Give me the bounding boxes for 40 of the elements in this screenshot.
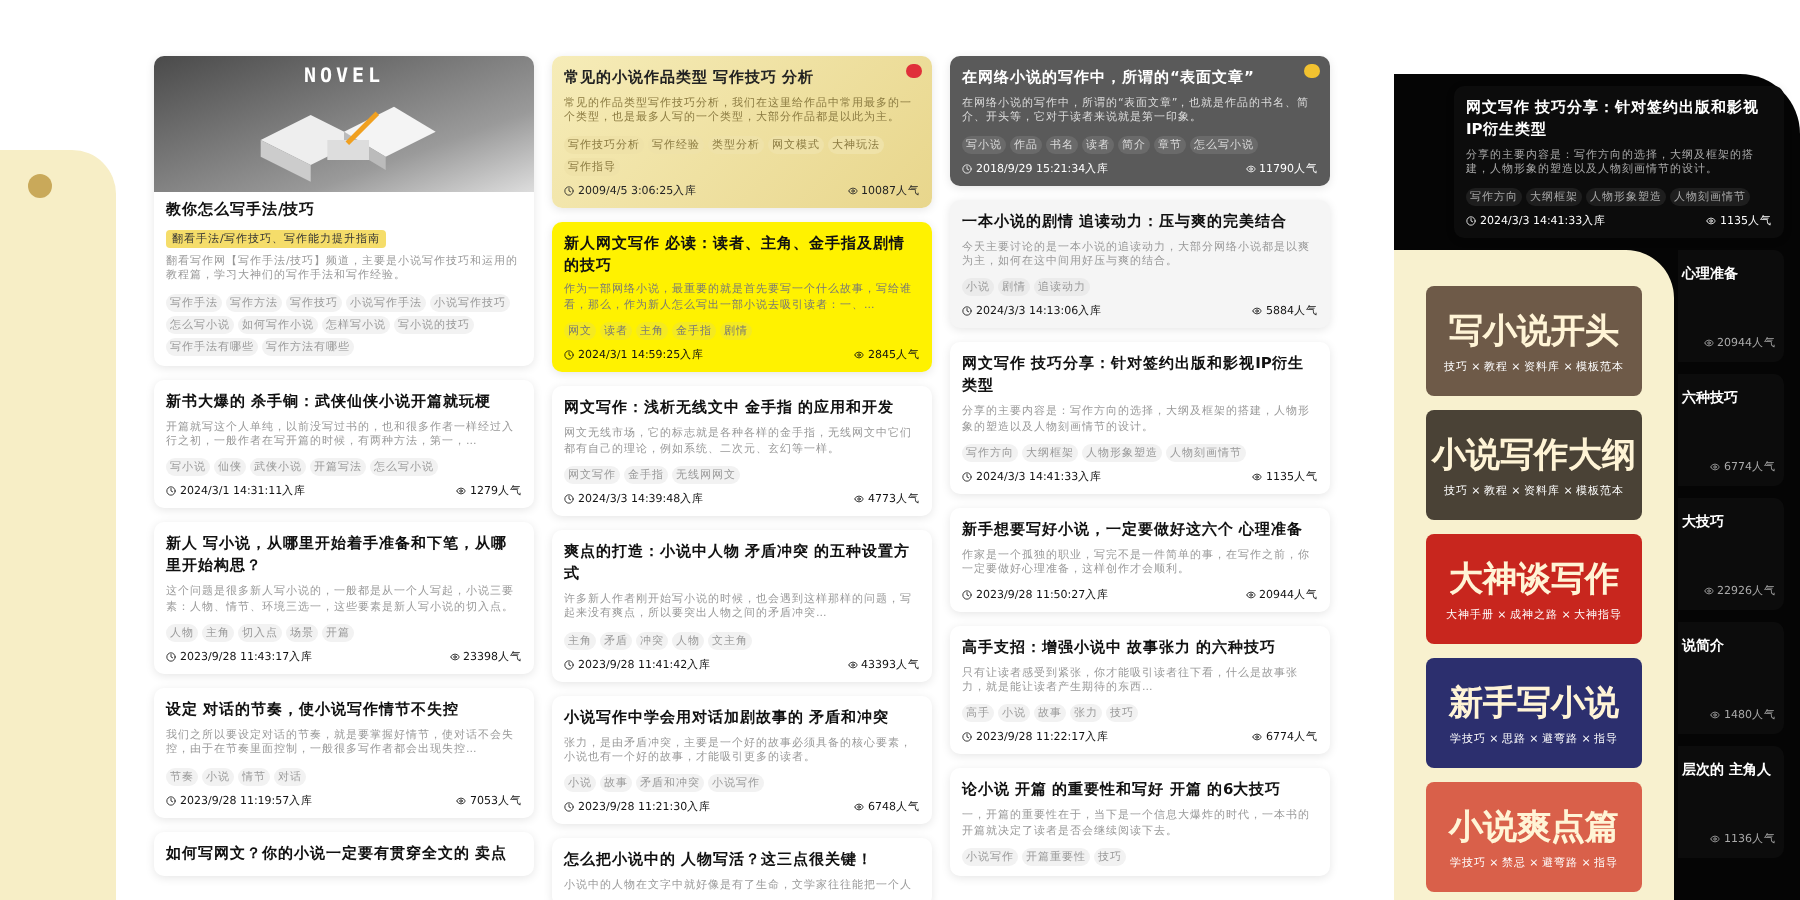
eye-icon [847, 659, 857, 670]
clock-icon [564, 185, 574, 196]
clock-icon [962, 163, 972, 174]
eye-icon [1252, 732, 1262, 743]
clock-icon [962, 732, 972, 743]
eye-icon [1703, 585, 1713, 596]
clock-icon [166, 486, 176, 497]
eye-icon [1710, 461, 1720, 472]
eye-icon [1706, 215, 1716, 226]
clock-icon [166, 795, 176, 806]
eye-icon [1252, 306, 1262, 317]
clock-icon [564, 494, 574, 505]
clock-icon [564, 350, 574, 361]
banner-title: 小说爽点篇 [1449, 805, 1619, 850]
banner-title: 写小说开头 [1449, 309, 1619, 354]
banner-title: 大神谈写作 [1449, 557, 1619, 602]
banner-title: 小说写作大纲 [1432, 433, 1636, 478]
eye-icon [1703, 337, 1713, 348]
eye-icon [1252, 472, 1262, 483]
clock-icon [166, 652, 176, 663]
eye-icon [1245, 589, 1255, 600]
illustration-text: NOVEL [303, 66, 385, 88]
clock-icon [564, 802, 574, 813]
clock-icon [1466, 215, 1476, 226]
eye-icon [456, 795, 466, 806]
banner-title: 新手写小说 [1449, 681, 1619, 726]
clock-icon [962, 589, 972, 600]
eye-icon [1710, 833, 1720, 844]
clock-icon [564, 659, 574, 670]
clock-icon [962, 306, 972, 317]
eye-icon [854, 494, 864, 505]
eye-icon [1710, 709, 1720, 720]
eye-icon [456, 486, 466, 497]
eye-icon [854, 350, 864, 361]
eye-icon [449, 652, 459, 663]
clock-icon [962, 472, 972, 483]
eye-icon [1245, 163, 1255, 174]
eye-icon [847, 185, 857, 196]
eye-icon [854, 802, 864, 813]
hole-icon [28, 174, 52, 198]
